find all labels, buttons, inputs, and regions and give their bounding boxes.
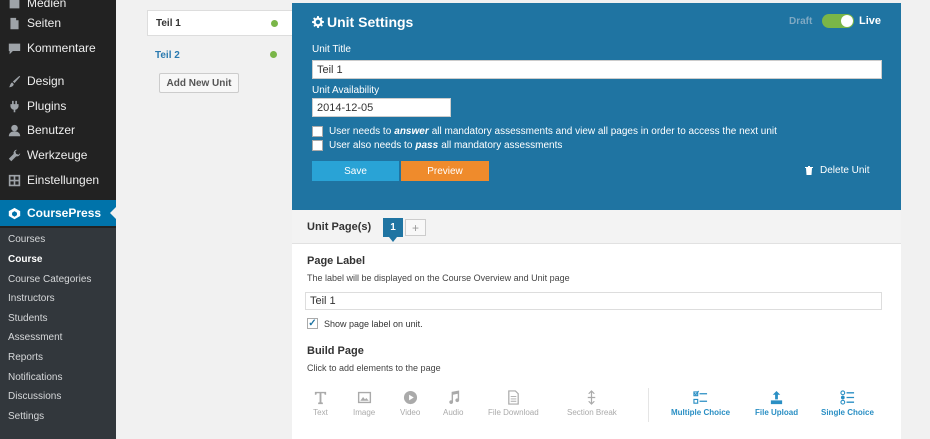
file-upload-icon	[770, 390, 783, 405]
unit-status-dot	[271, 20, 278, 27]
publish-toggle[interactable]	[822, 14, 854, 28]
save-button[interactable]: Save	[312, 161, 399, 181]
user-icon	[8, 124, 21, 137]
submenu-settings[interactable]: Settings	[8, 410, 44, 424]
preview-button[interactable]: Preview	[401, 161, 489, 181]
menu-item-coursepress[interactable]: CoursePress	[0, 200, 116, 226]
submenu-course[interactable]: Course	[8, 253, 42, 267]
add-multiple-choice-element[interactable]: Multiple Choice	[671, 390, 730, 417]
add-new-unit-button[interactable]: Add New Unit	[159, 73, 239, 93]
submenu-assessment[interactable]: Assessment	[8, 331, 62, 345]
submenu-reports[interactable]: Reports	[8, 351, 43, 365]
unit-status-dot	[270, 51, 277, 58]
add-single-choice-element[interactable]: Single Choice	[821, 390, 874, 417]
page-label-heading: Page Label	[307, 255, 366, 267]
page-editor: Page Label The label will be displayed o…	[292, 244, 901, 439]
unit-pages-bar: Unit Page(s) 1 +	[292, 210, 901, 244]
wrench-icon	[8, 149, 21, 162]
video-icon	[403, 390, 417, 405]
submenu-courses[interactable]: Courses	[8, 233, 45, 247]
draft-label: Draft	[789, 16, 813, 27]
page-label-description: The label will be displayed on the Cours…	[307, 273, 570, 283]
menu-item-plugins[interactable]: Plugins	[0, 95, 116, 117]
menu-item-users[interactable]: Benutzer	[0, 119, 116, 141]
unit-title-input[interactable]	[312, 60, 882, 79]
menu-item-design[interactable]: Design	[0, 70, 116, 92]
add-file-download-element[interactable]: File Download	[488, 390, 539, 417]
toggle-knob	[841, 15, 853, 27]
admin-sidebar: Medien Seiten Kommentare Design Plugins …	[0, 0, 116, 439]
element-group-divider	[648, 388, 649, 422]
section-break-icon	[588, 390, 596, 405]
add-image-element[interactable]: Image	[353, 390, 375, 417]
unit-pages-label: Unit Page(s)	[307, 221, 372, 233]
menu-item-pages[interactable]: Seiten	[0, 12, 116, 34]
single-choice-icon	[840, 390, 855, 405]
text-icon	[314, 391, 327, 405]
submenu-discussions[interactable]: Discussions	[8, 390, 61, 404]
menu-item-comments[interactable]: Kommentare	[0, 37, 116, 59]
unit-availability-label: Unit Availability	[312, 85, 380, 96]
add-section-break-element[interactable]: Section Break	[567, 390, 617, 417]
add-text-element[interactable]: Text	[313, 390, 328, 417]
answer-requirement-checkbox[interactable]	[312, 126, 323, 137]
submenu-course-categories[interactable]: Course Categories	[8, 273, 91, 287]
build-page-heading: Build Page	[307, 345, 364, 357]
submenu-notifications[interactable]: Notifications	[8, 371, 62, 385]
show-page-label-option[interactable]: ✓ Show page label on unit.	[307, 318, 423, 329]
live-label: Live	[859, 15, 882, 27]
trash-icon	[805, 166, 813, 175]
pages-icon	[8, 17, 21, 30]
comments-icon	[8, 42, 21, 55]
unit-title-label: Unit Title	[312, 44, 351, 55]
file-icon	[508, 390, 519, 405]
settings-icon	[8, 174, 21, 187]
image-icon	[357, 391, 371, 404]
add-page-tab[interactable]: +	[405, 219, 426, 236]
gear-icon	[312, 16, 324, 28]
audio-icon	[449, 390, 459, 405]
pass-requirement-checkbox[interactable]	[312, 140, 323, 151]
delete-unit-button[interactable]: Delete Unit	[805, 165, 869, 176]
unit-availability-input[interactable]	[312, 98, 451, 117]
media-icon	[8, 0, 21, 10]
menu-item-tools[interactable]: Werkzeuge	[0, 144, 116, 166]
build-page-description: Click to add elements to the page	[307, 363, 441, 373]
coursepress-submenu: Courses Course Course Categories Instruc…	[0, 228, 116, 439]
brush-icon	[8, 75, 21, 88]
page-tab-1[interactable]: 1	[383, 218, 403, 242]
submenu-instructors[interactable]: Instructors	[8, 292, 55, 306]
submenu-students[interactable]: Students	[8, 312, 47, 326]
show-page-label-checkbox[interactable]: ✓	[307, 318, 318, 329]
unit-settings-panel: Unit Settings Draft Live Unit Title Unit…	[292, 3, 901, 210]
pass-requirement-option[interactable]: User also needs to pass all mandatory asse…	[312, 140, 562, 151]
unit-settings-heading: Unit Settings	[312, 14, 413, 30]
add-audio-element[interactable]: Audio	[443, 390, 463, 417]
coursepress-icon	[8, 207, 21, 220]
add-file-upload-element[interactable]: File Upload	[755, 390, 798, 417]
page-label-input[interactable]	[305, 292, 882, 310]
answer-requirement-option[interactable]: User needs to answer all mandatory assessm…	[312, 126, 777, 137]
multiple-choice-icon	[693, 390, 708, 404]
menu-item-settings[interactable]: Einstellungen	[0, 169, 116, 191]
unit-item-teil-1[interactable]: Teil 1	[147, 10, 292, 36]
plug-icon	[8, 100, 21, 113]
unit-item-teil-2[interactable]: Teil 2	[147, 42, 292, 68]
add-video-element[interactable]: Video	[400, 390, 420, 417]
